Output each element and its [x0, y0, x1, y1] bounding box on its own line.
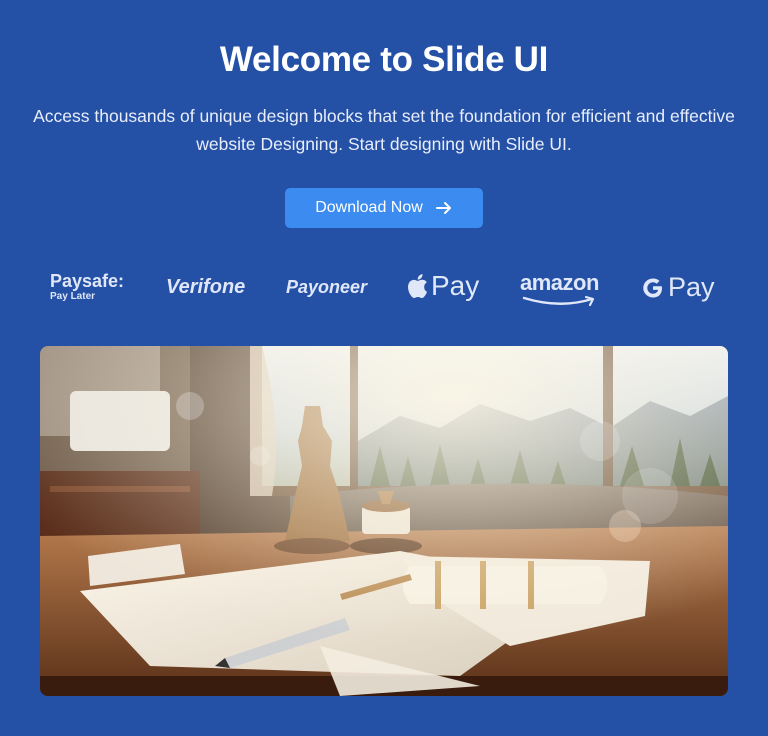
- arrow-right-icon: [435, 202, 451, 214]
- amazon-logo: amazon: [520, 272, 600, 312]
- paysafe-logo: Paysafe: Pay Later: [50, 271, 125, 302]
- page-subtitle: Access thousands of unique design blocks…: [33, 106, 735, 154]
- apple-pay-logo: Pay: [406, 270, 479, 302]
- payoneer-logo: Payoneer: [286, 277, 368, 297]
- download-now-button[interactable]: Download Now: [285, 188, 483, 228]
- page: Welcome to Slide UI Access thousands of …: [0, 0, 768, 736]
- google-g-icon: [643, 278, 662, 297]
- hero-image: [40, 346, 728, 696]
- google-pay-logo: Pay: [641, 272, 715, 303]
- download-now-label: Download Now: [315, 199, 423, 216]
- amazon-smile-icon: [522, 295, 595, 307]
- page-title: Welcome to Slide UI: [219, 40, 549, 79]
- partner-logos: Paysafe: Pay Later Verifone Payoneer Pay…: [40, 266, 728, 316]
- verifone-logo: Verifone: [166, 276, 246, 298]
- study-desk-illustration: [40, 346, 728, 696]
- apple-icon: [408, 274, 427, 298]
